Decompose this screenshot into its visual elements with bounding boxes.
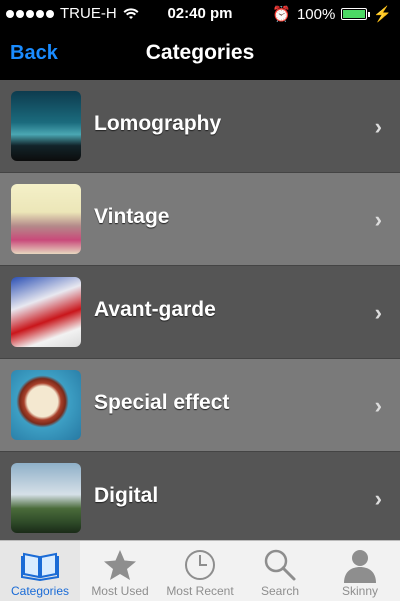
category-label: Lomography (94, 112, 222, 135)
status-right: ⏰ 100% ⚡ (272, 5, 392, 24)
book-icon (21, 552, 59, 582)
chevron-right-icon: › (374, 207, 382, 232)
person-icon (344, 550, 376, 583)
tab-most-recent[interactable]: Most Recent (160, 541, 240, 601)
category-label: Avant-garde (94, 298, 216, 321)
tab-categories[interactable]: Categories (0, 541, 80, 601)
charging-icon: ⚡ (373, 6, 392, 23)
tab-label: Categories (10, 584, 70, 598)
tab-label: Most Recent (166, 584, 234, 598)
navigation-bar: Back Categories (0, 28, 400, 80)
tab-search[interactable]: Search (240, 541, 320, 601)
star-icon (104, 550, 136, 580)
status-bar: TRUE-H 02:40 pm ⏰ 100% ⚡ (0, 0, 400, 28)
category-row-avant-garde[interactable]: Avant-garde › (0, 266, 400, 359)
page-title: Categories (145, 41, 255, 64)
chevron-right-icon: › (374, 486, 382, 511)
category-label: Digital (94, 484, 159, 507)
vintage-thumb (11, 184, 81, 254)
avant-garde-thumb (11, 277, 81, 347)
battery-percent: 100% (296, 5, 336, 23)
alarm-icon: ⏰ (272, 6, 291, 23)
lomography-thumb (11, 91, 81, 161)
tab-bar: Categories Most Used Most Recent Search … (0, 540, 400, 601)
category-list: Lomography › Vintage › Avant-garde › Spe… (0, 80, 400, 540)
chevron-right-icon: › (374, 300, 382, 325)
tab-label: Skinny (341, 584, 379, 598)
tab-label: Most Used (91, 584, 149, 598)
category-label: Special effect (94, 391, 230, 414)
category-row-special-effect[interactable]: Special effect › (0, 359, 400, 452)
category-row-vintage[interactable]: Vintage › (0, 173, 400, 266)
tab-label: Search (260, 584, 300, 598)
battery-icon (341, 8, 371, 20)
chevron-right-icon: › (374, 393, 382, 418)
digital-thumb (11, 463, 81, 533)
special-effect-thumb (11, 370, 81, 440)
tab-skinny[interactable]: Skinny (320, 541, 400, 601)
clock-icon (185, 550, 215, 580)
category-row-lomography[interactable]: Lomography › (0, 80, 400, 173)
category-row-digital[interactable]: Digital › (0, 452, 400, 540)
tab-most-used[interactable]: Most Used (80, 541, 160, 601)
category-label: Vintage (94, 205, 170, 228)
search-icon (264, 549, 296, 581)
chevron-right-icon: › (374, 114, 382, 139)
